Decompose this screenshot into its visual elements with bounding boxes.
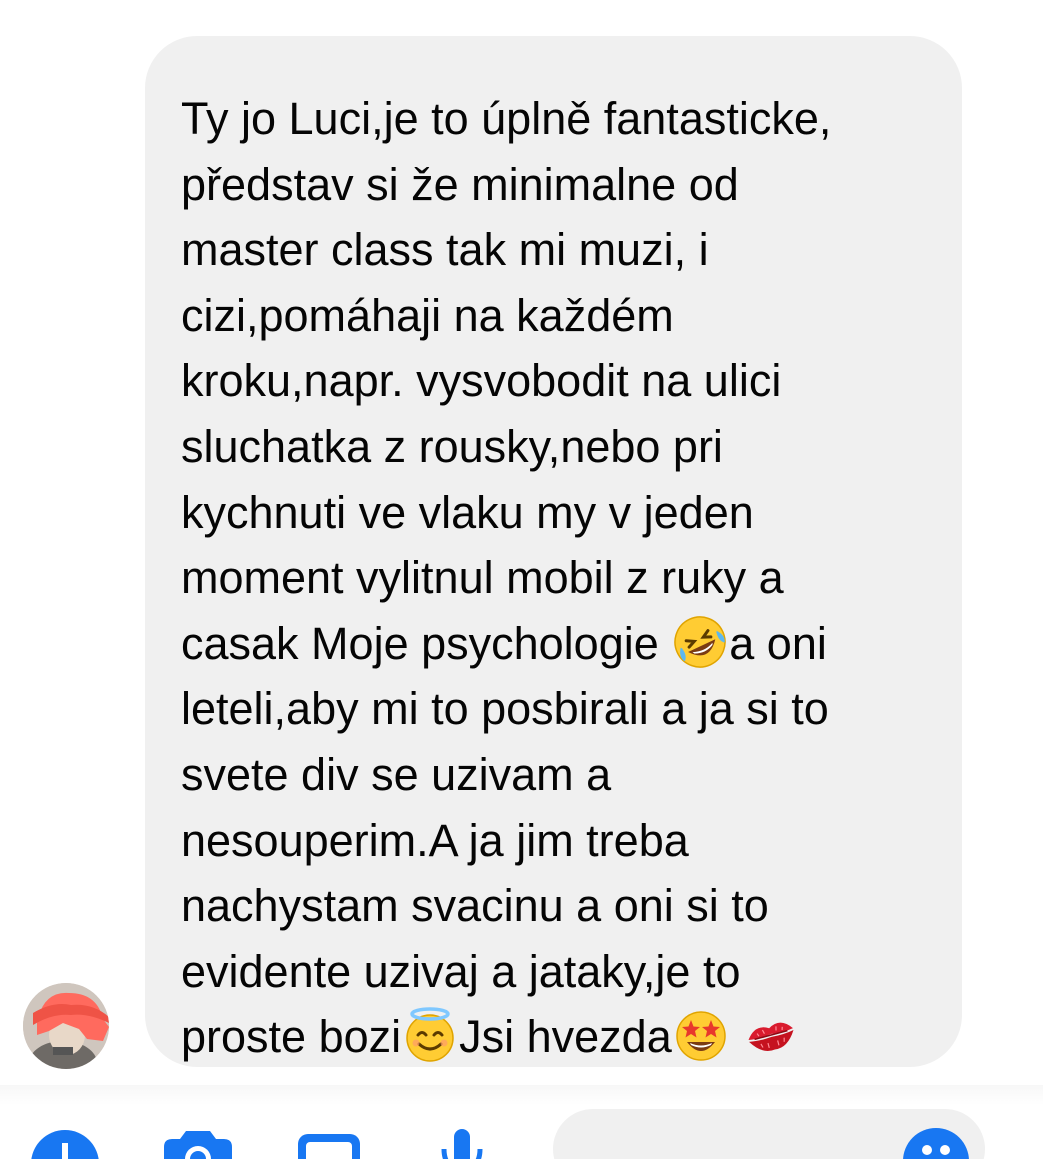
microphone-icon[interactable] [440, 1125, 484, 1159]
message-line: master class tak mi muzi, i [181, 224, 709, 276]
message-text: casak Moje psychologie [181, 617, 672, 669]
smiling-face-with-halo-emoji [401, 1006, 459, 1064]
kiss-mark-emoji [742, 1006, 800, 1064]
message-line: moment vylitnul mobil z ruky a [181, 552, 784, 604]
message-text: Jsi hvezda [459, 1011, 672, 1063]
message-line: svete div se uzivam a [181, 748, 612, 800]
rolling-on-floor-laughing-emoji [671, 613, 729, 671]
message-text: a oni [729, 617, 827, 669]
avatar-image [23, 983, 109, 1069]
message-line: proste bozi Jsi hvezda [181, 1004, 932, 1070]
camera-icon[interactable] [160, 1129, 236, 1159]
composer-bar: Aa [0, 1085, 1043, 1159]
message-thread[interactable]: Ty jo Luci,je to úplně fantasticke, před… [0, 0, 1043, 1085]
message-line: nachystam svacinu a oni si to [181, 880, 769, 932]
message-line: sluchatka z rousky,nebo pri [181, 420, 723, 472]
emoji-icon[interactable] [903, 1128, 969, 1159]
plus-icon[interactable] [30, 1129, 100, 1159]
message-line: casak Moje psychologie a oni [181, 611, 932, 677]
sender-avatar[interactable] [23, 983, 109, 1069]
message-line: představ si že minimalne od [181, 158, 739, 210]
composer-divider [0, 1085, 1043, 1105]
message-line: kychnuti ve vlaku my v jeden [181, 486, 754, 538]
message-text: proste bozi [181, 1011, 402, 1063]
message-line: nesouperim.A ja jim treba [181, 814, 689, 866]
message-bubble[interactable]: Ty jo Luci,je to úplně fantasticke, před… [145, 36, 962, 1067]
messenger-screen: Ty jo Luci,je to úplně fantasticke, před… [0, 0, 1043, 1159]
message-text [730, 1011, 743, 1062]
star-struck-emoji [672, 1006, 730, 1064]
message-line: evidente uzivaj a jataky,je to [181, 945, 741, 997]
message-line: leteli,aby mi to posbirali a ja si to [181, 683, 829, 735]
message-line: Ty jo Luci,je to úplně fantasticke, [181, 93, 832, 144]
message-line: kroku,napr. vysvobodit na ulici [181, 355, 782, 407]
gallery-icon[interactable] [295, 1131, 363, 1159]
message-line: cizi,pomáhaji na každém [181, 289, 674, 341]
